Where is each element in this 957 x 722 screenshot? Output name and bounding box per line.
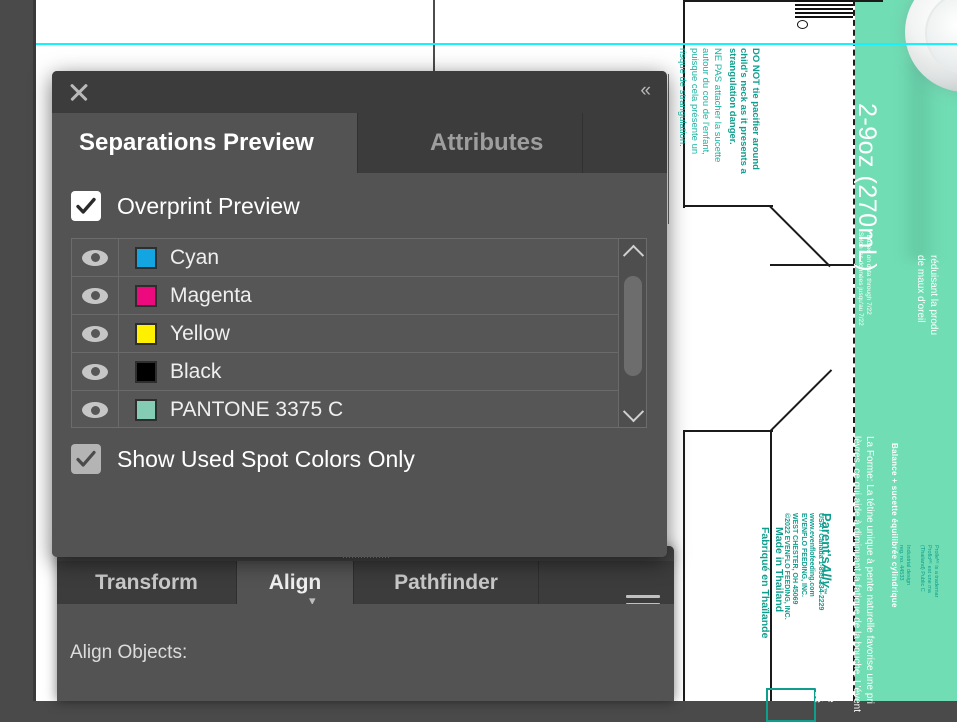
separations-tabbar: Separations Preview Attributes xyxy=(52,113,667,173)
scroll-up-button[interactable] xyxy=(619,239,647,265)
checkmark-icon xyxy=(75,195,97,217)
artwork-trademark-note: Prolleᴹᶜ is a trademar Profloᴹᶜ est une … xyxy=(897,545,939,597)
ink-row[interactable]: Cyan xyxy=(72,239,620,277)
eye-icon xyxy=(82,250,108,266)
align-panel-tabbar: Transform Align Pathfinder ▾ xyxy=(57,561,674,604)
ink-swatch xyxy=(135,285,157,307)
ink-name: Cyan xyxy=(170,246,219,270)
artwork-contact: USA / Canada 1-855-334-2229 www.evenflof… xyxy=(781,513,824,620)
cyan-guide-line xyxy=(36,43,957,45)
collapse-icon[interactable]: « xyxy=(640,80,649,102)
align-objects-label: Align Objects: xyxy=(70,642,187,664)
tab-separations-preview[interactable]: Separations Preview xyxy=(52,113,358,173)
canvas-ruler-line xyxy=(433,0,435,72)
eye-icon xyxy=(82,402,108,418)
ink-name: PANTONE 3375 C xyxy=(170,398,343,422)
overprint-preview-label: Overprint Preview xyxy=(117,193,300,220)
ink-swatch xyxy=(135,399,157,421)
ink-visibility-toggle[interactable] xyxy=(72,353,119,390)
tab-pathfinder[interactable]: Pathfinder xyxy=(354,561,539,604)
tab-attributes[interactable]: Attributes xyxy=(358,113,583,173)
barcode-dot xyxy=(797,20,808,29)
tab-align-label: Align xyxy=(269,571,322,595)
artwork-size-value: 2-9oz xyxy=(853,103,881,168)
overprint-preview-checkbox[interactable] xyxy=(71,191,101,221)
ink-visibility-toggle[interactable] xyxy=(72,391,119,427)
tab-separations-preview-label: Separations Preview xyxy=(79,129,314,157)
tab-pathfinder-label: Pathfinder xyxy=(394,571,498,595)
close-icon[interactable] xyxy=(66,79,92,105)
show-used-spot-colors-checkbox[interactable] xyxy=(71,444,101,474)
barcode-graphic xyxy=(795,0,853,18)
artwork-footnote-fr: Selon les données jusqu'au 7/22 xyxy=(856,232,865,326)
scroll-down-button[interactable] xyxy=(619,401,647,427)
artwork-made-in-fr: Fabriqué en Thaïlande xyxy=(758,527,771,638)
tabbar-empty-area xyxy=(583,113,667,173)
eye-icon xyxy=(82,326,108,342)
artwork-teal-box xyxy=(766,688,816,722)
show-used-spot-colors-row[interactable]: Show Used Spot Colors Only xyxy=(71,444,415,474)
tab-align[interactable]: Align xyxy=(237,561,354,604)
show-used-spot-colors-label: Show Used Spot Colors Only xyxy=(117,446,415,473)
ink-visibility-toggle[interactable] xyxy=(72,239,119,276)
chevron-down-icon xyxy=(622,401,643,422)
ink-swatch xyxy=(135,361,157,383)
artwork-warning-en: DO NOT tie pacifier around child's neck … xyxy=(727,48,762,174)
canvas-left-gutter xyxy=(0,0,33,701)
align-panel: Transform Align Pathfinder ▾ Align Objec… xyxy=(57,546,674,701)
tab-transform[interactable]: Transform xyxy=(57,561,237,604)
bottle-shadow xyxy=(900,60,940,260)
ink-row[interactable]: Yellow xyxy=(72,315,620,353)
dieline-vertical xyxy=(683,430,685,701)
ink-name: Yellow xyxy=(170,322,230,346)
eye-icon xyxy=(82,364,108,380)
ink-rows-container: Cyan Magenta Yellow Black PANTONE 3375 C xyxy=(72,239,620,427)
overprint-preview-row[interactable]: Overprint Preview xyxy=(71,191,300,221)
artwork-footnote-en: *Based on data through 7/22 xyxy=(864,232,873,315)
dieline-horizontal xyxy=(683,205,773,207)
artwork-ear-text: réduisant la produ de maux d'oreil xyxy=(914,255,940,335)
ink-list-scrollbar[interactable] xyxy=(618,239,646,427)
ink-row[interactable]: Magenta xyxy=(72,277,620,315)
separations-preview-panel: « Separations Preview Attributes Overpri… xyxy=(52,71,667,557)
ink-visibility-toggle[interactable] xyxy=(72,315,119,352)
chevron-up-icon xyxy=(622,244,643,265)
ink-row[interactable]: Black xyxy=(72,353,620,391)
separations-panel-body: Overprint Preview Cyan Magenta Yellow Black… xyxy=(52,173,667,557)
dieline-horizontal xyxy=(683,430,773,432)
checkmark-icon xyxy=(75,448,97,470)
eye-icon xyxy=(82,288,108,304)
ink-visibility-toggle[interactable] xyxy=(72,277,119,314)
tab-transform-label: Transform xyxy=(95,571,198,595)
artwork-warning-fr: NE PAS attacher la sucette autour du cou… xyxy=(677,48,723,162)
ink-swatch xyxy=(135,323,157,345)
align-panel-body: Align Objects: xyxy=(57,604,674,701)
canvas-gutter-divider xyxy=(33,0,36,701)
panel-titlebar[interactable]: « xyxy=(52,71,667,113)
ink-name: Magenta xyxy=(170,284,252,308)
artwork-thin-line xyxy=(668,74,669,224)
ink-row[interactable]: PANTONE 3375 C xyxy=(72,391,620,427)
tab-attributes-label: Attributes xyxy=(430,129,543,157)
dieline-horizontal xyxy=(770,264,856,266)
scrollbar-thumb[interactable] xyxy=(624,276,642,376)
ink-name: Black xyxy=(170,360,221,384)
ink-separations-list: Cyan Magenta Yellow Black PANTONE 3375 C xyxy=(71,238,647,428)
ink-swatch xyxy=(135,247,157,269)
artwork-made-in: Made in Thailand xyxy=(772,527,785,612)
